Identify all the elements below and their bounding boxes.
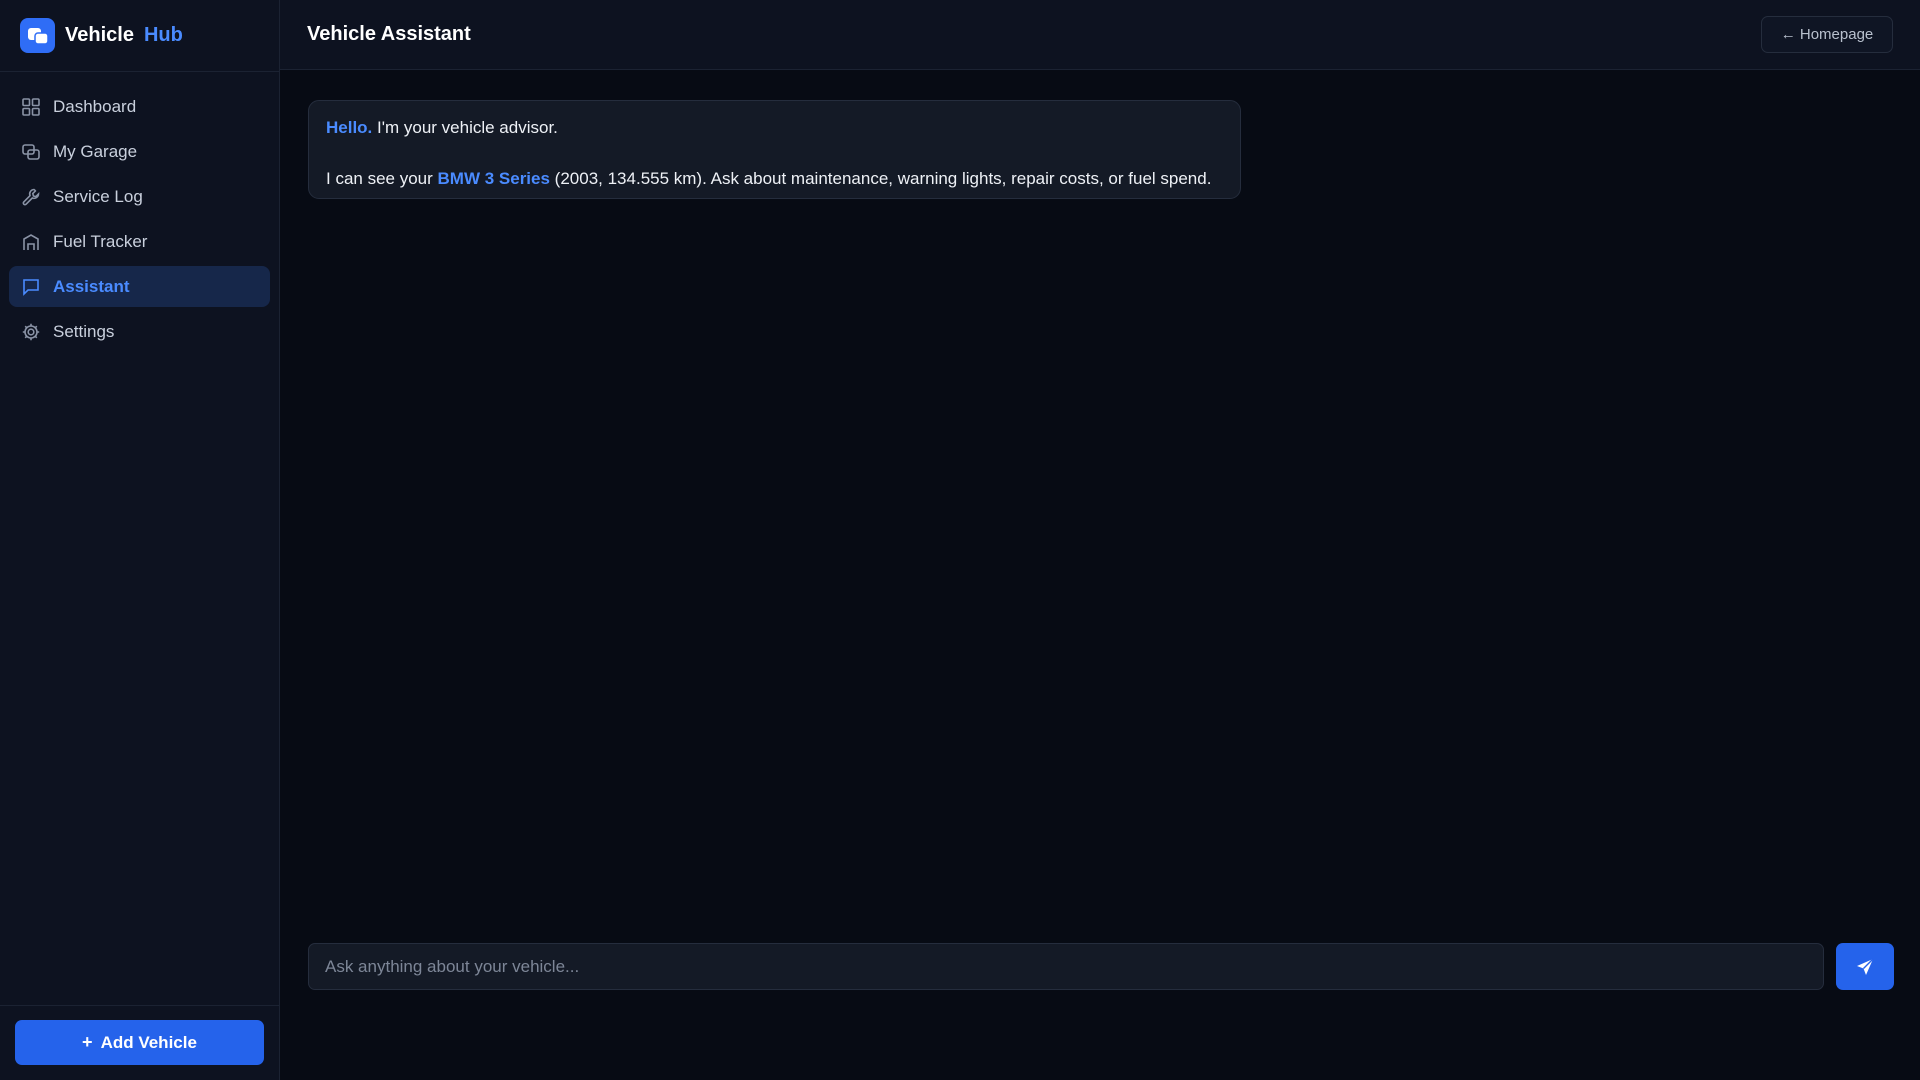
sidebar-nav: Dashboard My Garage Service Log Fuel Tra… — [0, 72, 279, 352]
sidebar-item-my-garage[interactable]: My Garage — [9, 131, 270, 172]
message-line-2: I can see your BMW 3 Series (2003, 134.5… — [326, 166, 1223, 191]
greeting-text: Hello. — [326, 118, 373, 137]
chat-input[interactable] — [308, 943, 1824, 990]
sidebar-item-assistant[interactable]: Assistant — [9, 266, 270, 307]
vehicle-name: BMW 3 Series — [437, 169, 550, 188]
message-line-1: Hello. I'm your vehicle advisor. — [326, 115, 1223, 140]
line2-suffix: (2003, 134.555 km). Ask about maintenanc… — [549, 169, 1212, 188]
sidebar-item-settings[interactable]: Settings — [9, 311, 270, 352]
sidebar-item-fuel-tracker[interactable]: Fuel Tracker — [9, 221, 270, 262]
sidebar-footer: + Add Vehicle — [0, 1005, 279, 1080]
brand[interactable]: Vehicle Hub — [0, 0, 279, 72]
sidebar-item-label: Assistant — [53, 276, 130, 296]
line2-prefix: I can see your — [326, 169, 438, 188]
page-title: Vehicle Assistant — [307, 23, 471, 45]
add-vehicle-button[interactable]: + Add Vehicle — [15, 1020, 264, 1065]
homepage-button[interactable]: ← Homepage — [1761, 16, 1893, 53]
chat-area: Hello. I'm your vehicle advisor. I can s… — [280, 70, 1920, 1080]
intro-text: I'm your vehicle advisor. — [372, 118, 558, 137]
sidebar-item-dashboard[interactable]: Dashboard — [9, 86, 270, 127]
sidebar-item-label: Settings — [53, 321, 115, 341]
brand-accent: Hub — [143, 24, 183, 46]
car-stack-icon — [21, 142, 41, 162]
add-vehicle-label: Add Vehicle — [100, 1032, 197, 1052]
assistant-message: Hello. I'm your vehicle advisor. I can s… — [308, 100, 1241, 199]
topbar: Vehicle Assistant ← Homepage — [280, 0, 1920, 70]
wrench-icon — [21, 187, 41, 207]
sidebar-item-label: My Garage — [53, 141, 138, 161]
send-icon — [1857, 958, 1874, 975]
sidebar-item-label: Service Log — [53, 186, 143, 206]
sidebar-item-service-log[interactable]: Service Log — [9, 176, 270, 217]
plus-icon: + — [82, 1032, 93, 1052]
chat-icon — [21, 277, 41, 297]
message-composer — [308, 943, 1894, 990]
sidebar-item-label: Dashboard — [53, 96, 137, 116]
gear-icon — [21, 322, 41, 342]
fuel-icon — [21, 232, 41, 252]
send-button[interactable] — [1836, 943, 1894, 990]
vehicle-hub-logo-icon — [20, 18, 55, 53]
brand-name: Vehicle — [65, 24, 134, 46]
sidebar-item-label: Fuel Tracker — [53, 231, 148, 251]
grid-icon — [21, 97, 41, 117]
sidebar: Vehicle Hub Dashboard My Garage Service … — [0, 0, 280, 1080]
